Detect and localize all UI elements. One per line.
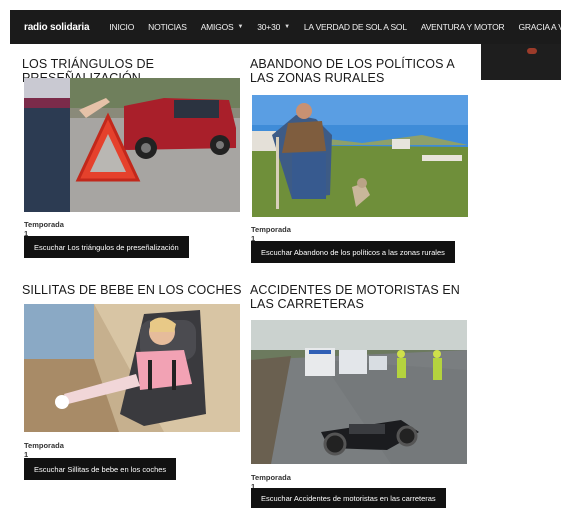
chevron-down-icon: ▼: [284, 24, 290, 30]
listen-button-sillitas[interactable]: Escuchar Sillitas de bebe en los coches: [24, 458, 177, 480]
episode-image-sillitas[interactable]: [24, 304, 240, 432]
episode-image-triangulos[interactable]: [24, 78, 240, 212]
main-navbar: radio solidaria INICIO NOTICIAS AMIGOS ▼ …: [10, 10, 561, 44]
sidebar-banner: [481, 44, 561, 80]
episode-title[interactable]: SILLITAS DE BEBE EN LOS COCHES: [22, 283, 247, 297]
episode-image-rural[interactable]: [252, 95, 468, 217]
nav-item-30-30[interactable]: 30+30 ▼: [257, 22, 290, 32]
nav-item-noticias[interactable]: NOTICIAS: [148, 22, 187, 32]
episode-image-motoristas[interactable]: [251, 320, 467, 464]
nav-item-aventura[interactable]: AVENTURA Y MOTOR: [421, 22, 505, 32]
listen-button-triangulos[interactable]: Escuchar Los triángulos de preseñalizaci…: [24, 236, 189, 258]
listen-button-rural[interactable]: Escuchar Abandono de los políticos a las…: [251, 241, 455, 263]
nav-item-la-verdad[interactable]: LA VERDAD DE SOL A SOL: [304, 22, 407, 32]
rural-farmer-photo: [252, 95, 468, 217]
episode-title[interactable]: ACCIDENTES DE MOTORISTAS EN LAS CARRETER…: [250, 283, 465, 311]
listen-button-motoristas[interactable]: Escuchar Accidentes de motoristas en las…: [251, 488, 446, 508]
motorcycle-accident-photo: [251, 320, 467, 464]
site-logo[interactable]: radio solidaria: [24, 22, 90, 33]
chevron-down-icon: ▼: [237, 24, 244, 30]
nav-item-gracia[interactable]: GRACIA A VOSOTROS: [518, 22, 561, 32]
warning-triangle-photo: [24, 78, 240, 212]
nav-item-amigos[interactable]: AMIGOS ▼: [201, 22, 244, 32]
banner-mark: [527, 48, 537, 54]
baby-car-seat-photo: [24, 304, 240, 432]
episode-title[interactable]: ABANDONO DE LOS POLÍTICOS A LAS ZONAS RU…: [250, 57, 460, 85]
nav-item-inicio[interactable]: INICIO: [109, 22, 134, 32]
